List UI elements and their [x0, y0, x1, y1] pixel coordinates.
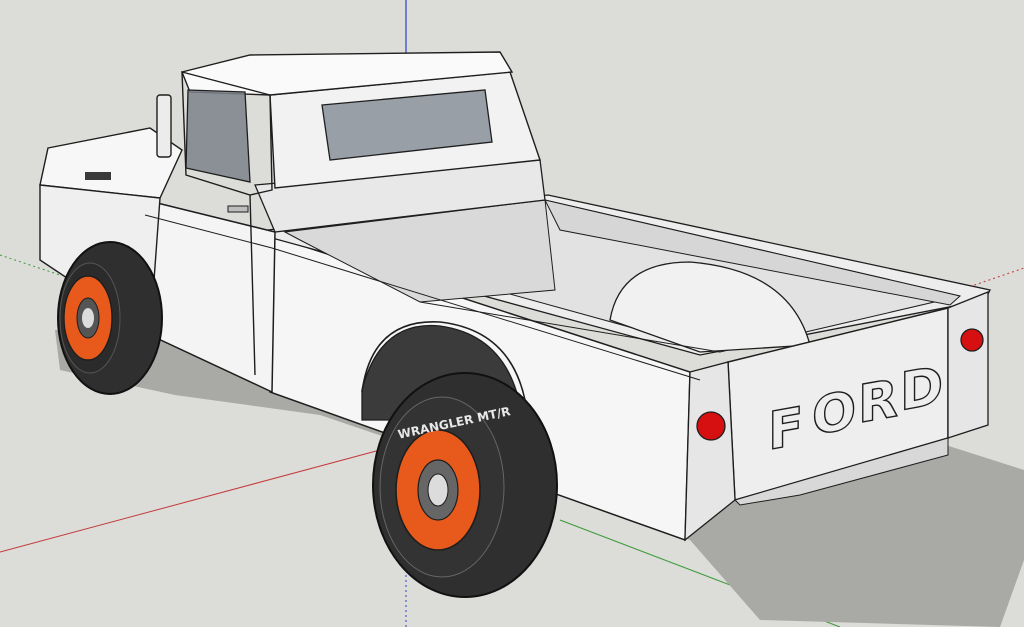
tailgate-letter-o: O — [812, 379, 856, 447]
tailgate-letter-d: D — [900, 355, 943, 423]
taillight-icon — [696, 411, 726, 441]
modeling-viewport[interactable]: F O R D WRANGLER MT/R — [0, 0, 1024, 627]
red-axis — [0, 449, 381, 553]
front-wheel — [57, 241, 163, 395]
side-mirror-icon — [156, 94, 172, 158]
rear-wheel: WRANGLER MT/R — [372, 372, 558, 598]
tailgate-letter-f: F — [768, 396, 804, 463]
tailgate-letter-r: R — [858, 368, 898, 436]
rear-right-corner-post — [947, 291, 989, 439]
emblem — [85, 172, 111, 180]
side-window — [185, 89, 251, 183]
taillight-icon — [960, 328, 984, 352]
truck-model-scene: F O R D WRANGLER MT/R — [0, 0, 1024, 627]
door-handle-icon — [227, 205, 249, 213]
